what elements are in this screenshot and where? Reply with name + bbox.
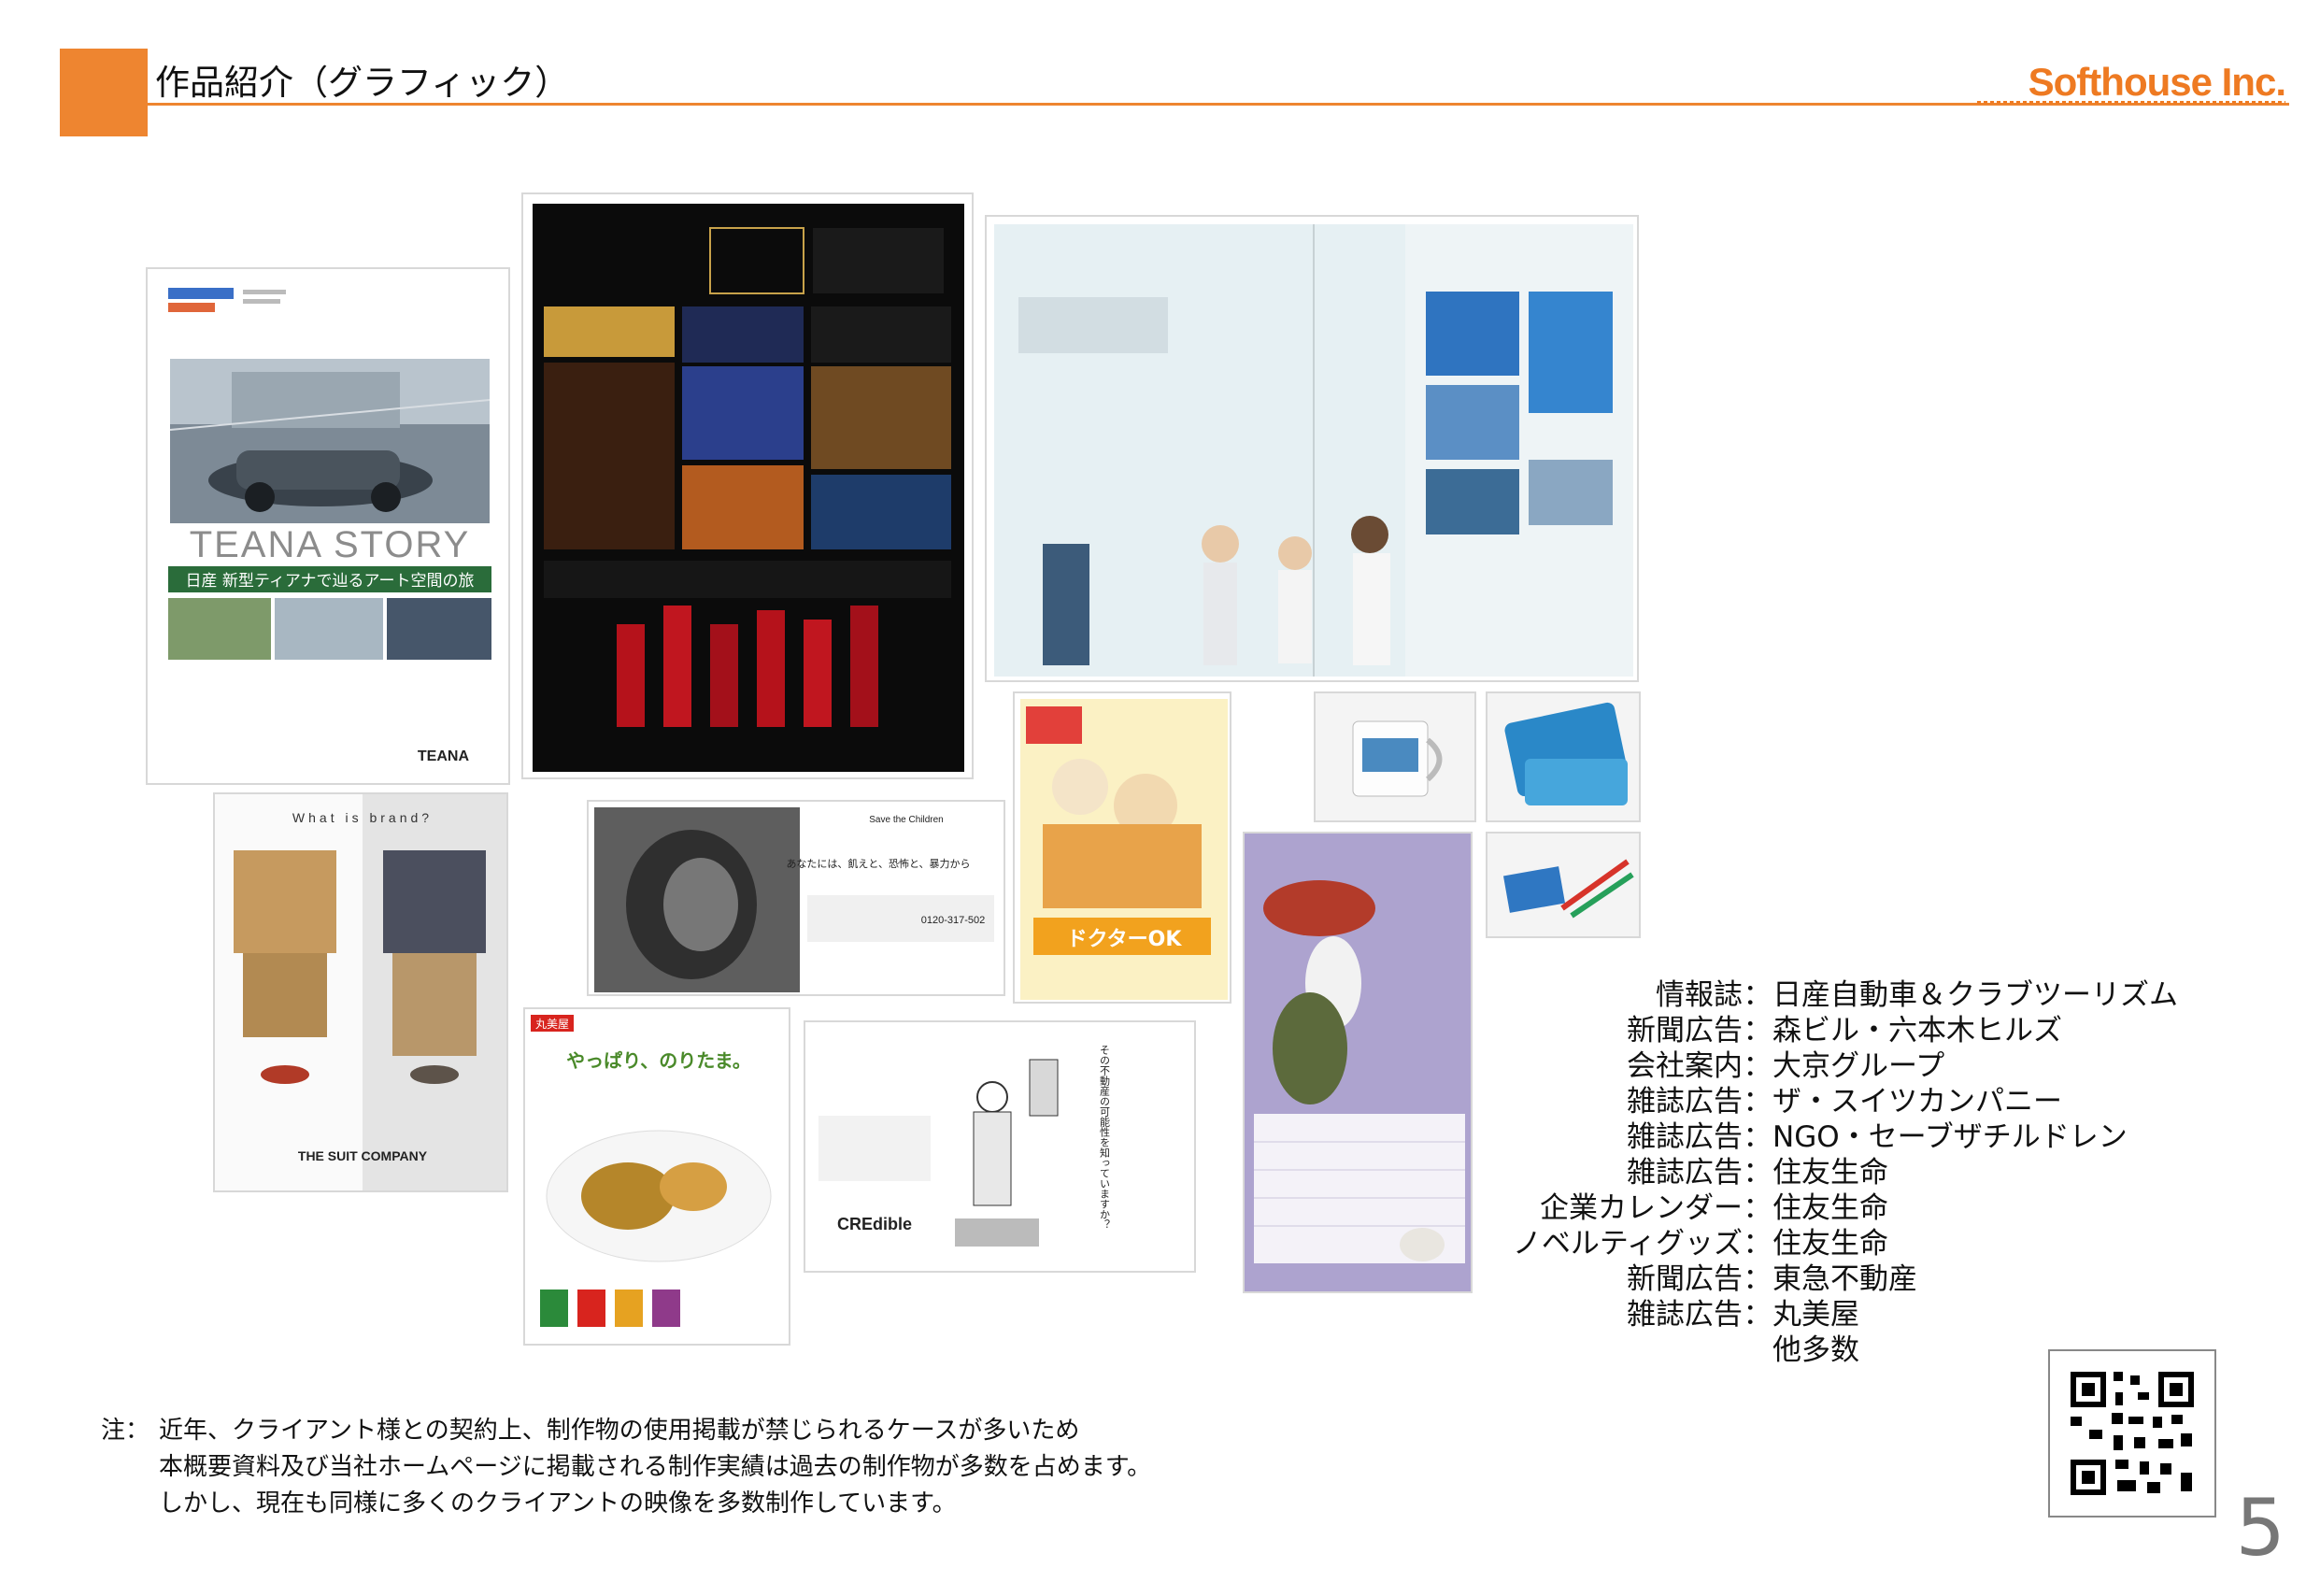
marumiya-ad-art: 丸美屋 やっぱり、のりたま。 [525,1009,789,1344]
qr-code[interactable] [2048,1349,2216,1518]
client-row: 会社案内：大京グループ [1458,1045,2178,1083]
novelty-mug-art [1316,693,1474,820]
roppongi-ad-art [533,204,964,772]
credible-ad-art: CREdible その不動産の可能性を知っていますか？ [805,1022,1194,1271]
novelty-card-art [1488,693,1639,820]
sample-roppongi-ad [521,192,974,779]
sample-ngo-ad: Save the Children あなたには、飢えと、恐怖と、暴力から 012… [587,800,1005,996]
teana-brochure-art: TEANA STORY 日産 新型ティアナで辿るアート空間の旅 TEANA [168,288,491,764]
credible-brand: CREdible [837,1215,912,1233]
sample-suit-company-ad: What is brand? THE SUIT COMPANY [213,792,508,1192]
sumitomo-ad-art: ドクターOK [1020,699,1228,1000]
page-title: 作品紹介（グラフィック） [155,63,570,103]
teana-headline: TEANA STORY [190,524,471,565]
client-row: 雑誌広告：丸美屋 [1458,1293,2178,1332]
client-name: 他多数 [1772,1332,1859,1367]
client-row: 雑誌広告： NGO・セーブザチルドレン [1458,1116,2178,1154]
sample-credible-ad: CREdible その不動産の可能性を知っていますか？ [804,1020,1196,1273]
header-accent-block [60,49,148,136]
teana-brand: TEANA [418,748,470,764]
client-separator: ： [1743,1297,1772,1332]
client-row: 雑誌広告：ザ・スイツカンパニー [1458,1080,2178,1119]
ngo-phone: 0120-317-502 [921,915,986,926]
credible-copy: その不動産の可能性を知っていますか？ [1099,1045,1111,1230]
sample-novelty-pens [1486,832,1641,938]
sample-novelty-card [1486,691,1641,822]
sample-sumitomo-ad: ドクターOK [1013,691,1231,1004]
notes-line: 近年、クライアント様との契約上、制作物の使用掲載が禁じられるケースが多いため [159,1417,1080,1445]
client-list: 情報誌：日産自動車＆クラブツーリズム 新聞広告：森ビル・六本木ヒルズ 会社案内：… [1458,974,2178,1367]
marumiya-headline: やっぱり、のりたま。 [566,1049,751,1072]
page-number: 5 [2235,1482,2285,1574]
notes-prefix: 注： [101,1417,150,1445]
daikyo-brochure-art [994,224,1633,677]
suit-brand: THE SUIT COMPANY [298,1148,428,1163]
client-category: 雑誌広告 [1627,1297,1743,1332]
notes-block: 注： 近年、クライアント様との契約上、制作物の使用掲載が禁じられるケースが多いため… [101,1413,1151,1522]
sample-marumiya-ad: 丸美屋 やっぱり、のりたま。 [523,1007,790,1346]
qr-code-icon [2067,1368,2198,1499]
client-row: 雑誌広告：住友生命 [1458,1151,2178,1190]
sample-sumitomo-calendar [1243,832,1473,1293]
client-row: 新聞広告：森ビル・六本木ヒルズ [1458,1009,2178,1047]
ngo-logo: Save the Children [869,815,944,825]
sample-novelty-mug [1314,691,1476,822]
teana-subline: 日産 新型ティアナで辿るアート空間の旅 [185,572,474,591]
notes-line: しかし、現在も同様に多くのクライアントの映像を多数制作しています。 [159,1489,957,1518]
calendar-art [1245,834,1471,1291]
client-row: 企業カレンダー：住友生命 [1458,1187,2178,1225]
suit-ad-art: What is brand? THE SUIT COMPANY [215,794,506,1190]
sample-teana-brochure: TEANA STORY 日産 新型ティアナで辿るアート空間の旅 TEANA [146,267,510,785]
sumitomo-headline: ドクターOK [1067,928,1183,951]
suit-headline: What is brand? [292,810,433,825]
ngo-copy: あなたには、飢えと、恐怖と、暴力から [786,857,970,870]
ngo-ad-art: Save the Children あなたには、飢えと、恐怖と、暴力から 012… [589,802,1004,994]
logo-underline [1977,101,2285,104]
notes-line: 本概要資料及び当社ホームページに掲載される制作実績は過去の制作物が多数を占めます… [159,1453,1152,1481]
client-row: 新聞広告：東急不動産 [1458,1258,2178,1296]
novelty-pens-art [1488,834,1639,936]
client-row: ノベルティグッズ：住友生命 [1458,1222,2178,1261]
marumiya-badge: 丸美屋 [535,1018,569,1031]
company-logo: Softhouse Inc. [2028,60,2286,104]
client-row: 情報誌：日産自動車＆クラブツーリズム [1458,974,2178,1012]
sample-daikyo-brochure [985,215,1639,682]
